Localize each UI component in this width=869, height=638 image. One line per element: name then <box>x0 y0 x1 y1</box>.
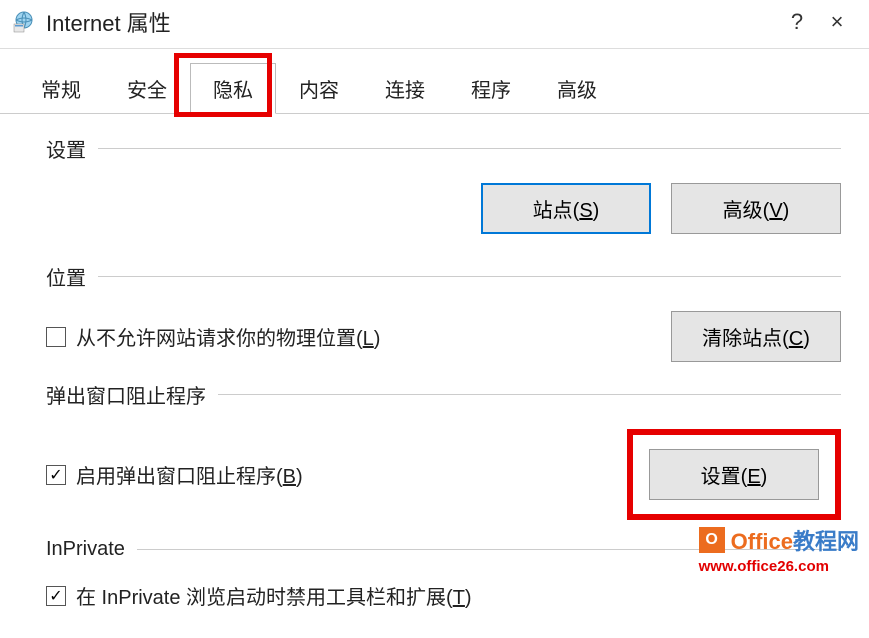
inprivate-disable-toolbars-checkbox[interactable]: ✓ <box>46 586 66 606</box>
tab-connections[interactable]: 连接 <box>362 63 448 113</box>
divider <box>218 394 841 395</box>
clear-sites-button[interactable]: 清除站点(C) <box>671 311 841 362</box>
tab-programs[interactable]: 程序 <box>448 63 534 113</box>
section-label-inprivate: InPrivate <box>46 538 125 561</box>
tab-privacy[interactable]: 隐私 <box>190 63 276 114</box>
sites-button[interactable]: 站点(S) <box>481 183 651 234</box>
section-label-location: 位置 <box>46 262 86 291</box>
never-allow-location-checkbox[interactable] <box>46 327 66 347</box>
titlebar: Internet 属性 ? × <box>0 0 869 49</box>
popup-settings-button[interactable]: 设置(E) <box>649 449 819 500</box>
advanced-button[interactable]: 高级(V) <box>671 183 841 234</box>
never-allow-location-label: 从不允许网站请求你的物理位置(L) <box>76 322 380 351</box>
section-location: 位置 从不允许网站请求你的物理位置(L) 清除站点(C) <box>46 262 841 362</box>
tab-content[interactable]: 内容 <box>276 63 362 113</box>
internet-options-icon <box>12 10 36 34</box>
highlight-box-settings: 设置(E) <box>627 429 841 520</box>
tab-security[interactable]: 安全 <box>104 63 190 113</box>
section-label-settings: 设置 <box>46 134 86 163</box>
watermark-url: www.office26.com <box>699 558 859 575</box>
enable-popup-blocker-checkbox[interactable]: ✓ <box>46 465 66 485</box>
watermark-icon: O <box>699 527 725 553</box>
close-button[interactable]: × <box>817 9 857 35</box>
enable-popup-blocker-label: 启用弹出窗口阻止程序(B) <box>76 460 303 489</box>
section-settings: 设置 站点(S) 高级(V) <box>46 134 841 234</box>
inprivate-disable-toolbars-label: 在 InPrivate 浏览启动时禁用工具栏和扩展(T) <box>76 581 472 610</box>
help-button[interactable]: ? <box>777 9 817 35</box>
watermark-brand: Office教程网 <box>731 524 859 556</box>
divider <box>98 148 841 149</box>
divider <box>98 276 841 277</box>
tab-advanced[interactable]: 高级 <box>534 63 620 113</box>
section-popup-blocker: 弹出窗口阻止程序 ✓ 启用弹出窗口阻止程序(B) 设置(E) <box>46 380 841 520</box>
tab-general[interactable]: 常规 <box>18 63 104 113</box>
section-label-popup: 弹出窗口阻止程序 <box>46 380 206 409</box>
window-title: Internet 属性 <box>46 6 777 38</box>
tab-bar: 常规 安全 隐私 内容 连接 程序 高级 <box>0 49 869 114</box>
watermark: O Office教程网 www.office26.com <box>699 524 859 575</box>
